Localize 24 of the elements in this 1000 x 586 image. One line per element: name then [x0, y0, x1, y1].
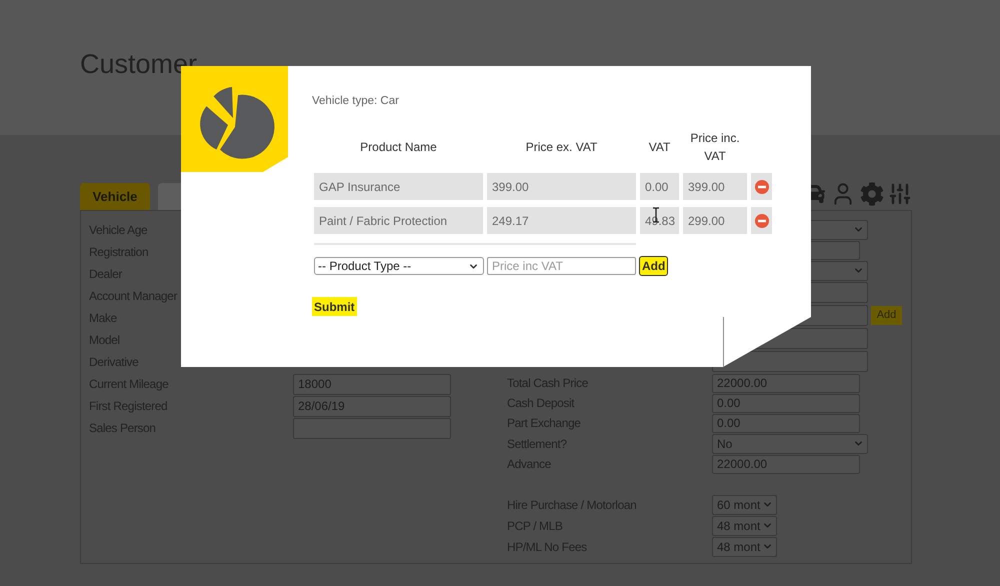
price-input-field[interactable]: Price inc VAT: [487, 257, 636, 275]
column-header: VAT: [648, 139, 670, 156]
submit-button[interactable]: Submit: [312, 297, 357, 316]
column-header: Price ex. VAT: [526, 139, 598, 156]
add-button[interactable]: Add: [871, 306, 902, 325]
add-button[interactable]: Add: [639, 256, 668, 276]
table-cell: 399.00: [487, 173, 636, 200]
table-cell: 299.00: [683, 207, 747, 234]
remove-button[interactable]: [751, 207, 772, 234]
table-cell: 0.00: [640, 173, 679, 200]
column-header: Price inc. VAT: [689, 130, 741, 165]
sliders-icon[interactable]: [888, 181, 912, 207]
vehicle-type-label: Vehicle type: Car: [312, 94, 399, 109]
minus-circle-icon: [754, 180, 768, 194]
settings-icon[interactable]: [860, 182, 884, 206]
table-cell: GAP Insurance: [314, 173, 483, 200]
minus-circle-icon: [754, 214, 768, 228]
table-cell: Paint / Fabric Protection: [314, 207, 483, 234]
tab[interactable]: Vehicle: [80, 183, 150, 210]
table-cell: 399.00: [683, 173, 747, 200]
remove-button[interactable]: [751, 173, 772, 200]
product-type-select[interactable]: -- Product Type --: [314, 257, 484, 275]
table-cell: 249.17: [487, 207, 636, 234]
column-header: Product Name: [360, 139, 437, 156]
